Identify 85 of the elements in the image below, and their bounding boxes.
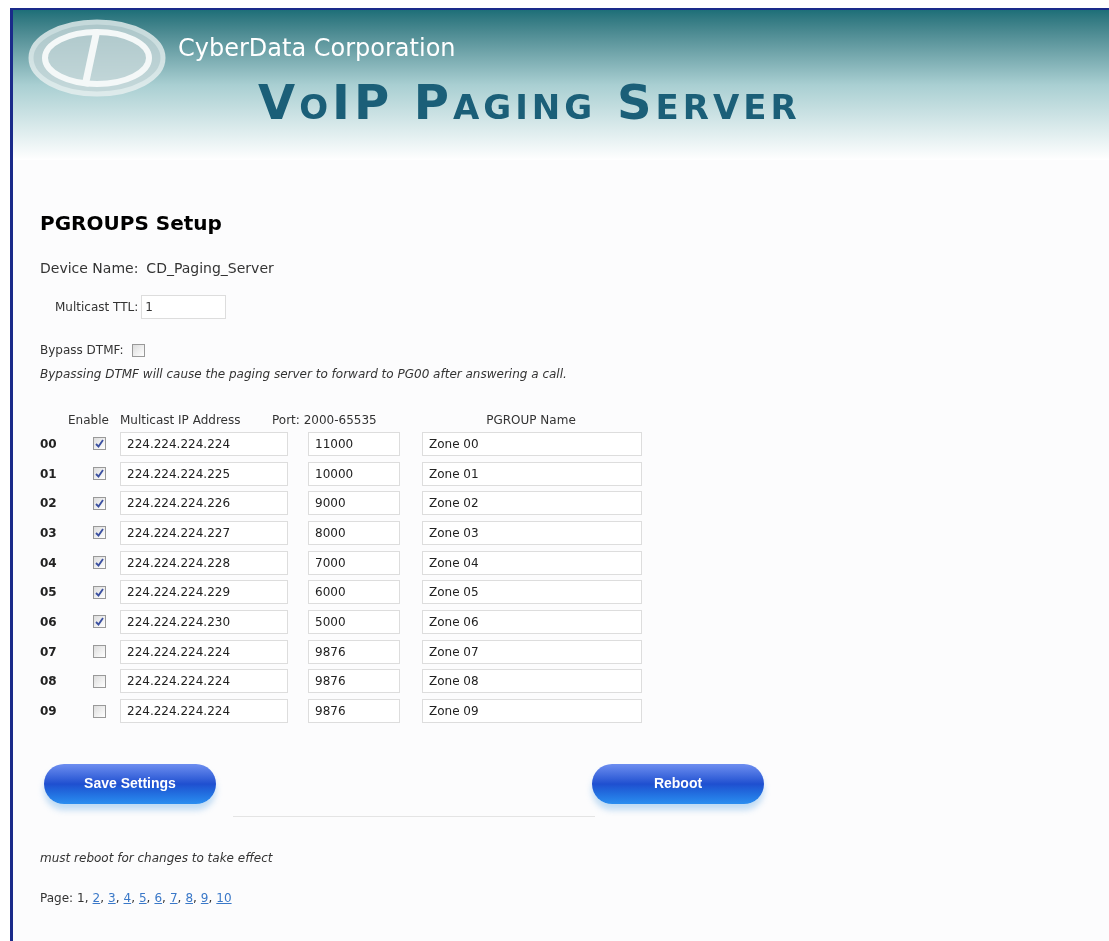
separator: , (115, 889, 120, 907)
port-field[interactable]: 10000 (308, 461, 400, 486)
port-field[interactable]: 7000 (308, 550, 400, 575)
product-title: VoIP Paging Server (258, 78, 801, 126)
separator: , (177, 889, 182, 907)
checkbox[interactable] (93, 674, 106, 688)
device-name-label: Device Name: (40, 259, 139, 278)
ip-address-field[interactable]: 224.224.224.230 (120, 609, 288, 634)
row-index: 04 (40, 554, 58, 572)
page-label: Page: (40, 889, 74, 907)
checkbox[interactable] (93, 496, 106, 510)
pgroup-name-field[interactable]: Zone 00 (422, 431, 642, 456)
port-field[interactable]: 9000 (308, 491, 400, 516)
row-index: 07 (40, 643, 58, 661)
ip-address-field[interactable]: 224.224.224.224 (120, 669, 288, 694)
ip-address-field[interactable]: 224.224.224.227 (120, 520, 288, 545)
logo-icon (27, 18, 167, 98)
port-field[interactable]: 11000 (308, 431, 400, 456)
column-header: Multicast IP Address (120, 412, 242, 429)
pgroup-name-field[interactable]: Zone 05 (422, 580, 642, 605)
checkbox[interactable] (93, 467, 106, 481)
column-header: Port: 2000-65535 (272, 412, 378, 429)
column-header: PGROUP Name (485, 412, 577, 429)
device-name-value: CD_Paging_Server (146, 259, 274, 278)
pgroup-name-field[interactable]: Zone 04 (422, 550, 642, 575)
page-link[interactable]: 7 (169, 888, 178, 907)
bypass-note: Bypassing DTMF will cause the paging server to forward to PG00 after answering a call. (40, 366, 568, 383)
separator: , (162, 889, 166, 907)
page-link[interactable]: 3 (108, 888, 116, 907)
separator: , (131, 889, 135, 907)
page-link[interactable]: 10 (216, 888, 232, 907)
ip-address-field[interactable]: 224.224.224.229 (120, 580, 288, 605)
page-link[interactable]: 2 (92, 888, 101, 907)
ip-address-field[interactable]: 224.224.224.224 (120, 699, 288, 724)
separator: , (193, 889, 197, 907)
port-field[interactable]: 9876 (308, 699, 400, 724)
reboot-note: must reboot for changes to take effect (40, 849, 274, 867)
row-index: 00 (40, 435, 58, 453)
checkbox[interactable] (93, 585, 106, 599)
port-field[interactable]: 9876 (308, 639, 400, 664)
pgroup-name-field[interactable]: Zone 01 (422, 461, 642, 486)
row-index: 08 (40, 673, 58, 691)
multicast-ttl-label: Multicast TTL: (55, 299, 139, 316)
action-button[interactable]: Save Settings (44, 763, 216, 804)
pgroup-name-field[interactable]: Zone 08 (422, 669, 642, 694)
ip-address-field[interactable]: 224.224.224.225 (120, 461, 288, 486)
separator: , (84, 889, 89, 907)
pgroup-name-field[interactable]: Zone 02 (422, 491, 642, 516)
row-index: 01 (40, 465, 58, 483)
row-index: 09 (40, 703, 58, 721)
multicast-ttl-field[interactable]: 1 (141, 295, 227, 319)
checkbox[interactable] (93, 526, 106, 540)
pgroup-name-field[interactable]: Zone 07 (422, 639, 642, 664)
bypass-dtmf-label: Bypass DTMF: (40, 342, 124, 359)
column-header: Enable (68, 412, 110, 429)
row-index: 03 (40, 524, 58, 542)
checkbox[interactable] (93, 556, 106, 570)
row-index: 05 (40, 584, 58, 602)
separator: , (146, 889, 151, 907)
port-field[interactable]: 5000 (308, 609, 400, 634)
ip-address-field[interactable]: 224.224.224.224 (120, 431, 288, 456)
checkbox[interactable] (93, 615, 106, 629)
separator: , (208, 889, 213, 907)
page-link[interactable]: 8 (185, 888, 193, 907)
current-page: 1 (77, 889, 85, 907)
checkbox[interactable] (93, 704, 106, 718)
row-index: 02 (40, 495, 58, 513)
page-title: PGROUPS Setup (40, 210, 223, 237)
company-name: CyberData Corporation (178, 33, 456, 64)
port-field[interactable]: 9876 (308, 669, 400, 694)
ip-address-field[interactable]: 224.224.224.226 (120, 491, 288, 516)
row-index: 06 (40, 613, 58, 631)
pgroup-name-field[interactable]: Zone 09 (422, 699, 642, 724)
action-button[interactable]: Reboot (592, 763, 764, 804)
page-link[interactable]: 5 (138, 888, 147, 907)
ip-address-field[interactable]: 224.224.224.228 (120, 550, 288, 575)
pgroup-name-field[interactable]: Zone 03 (422, 520, 642, 545)
checkbox[interactable] (131, 343, 145, 357)
checkbox[interactable] (93, 645, 106, 659)
ip-address-field[interactable]: 224.224.224.224 (120, 639, 288, 664)
port-field[interactable]: 6000 (308, 580, 400, 605)
separator: , (100, 889, 105, 907)
checkbox[interactable] (93, 437, 106, 451)
pgroup-name-field[interactable]: Zone 06 (422, 609, 642, 634)
port-field[interactable]: 8000 (308, 520, 400, 545)
